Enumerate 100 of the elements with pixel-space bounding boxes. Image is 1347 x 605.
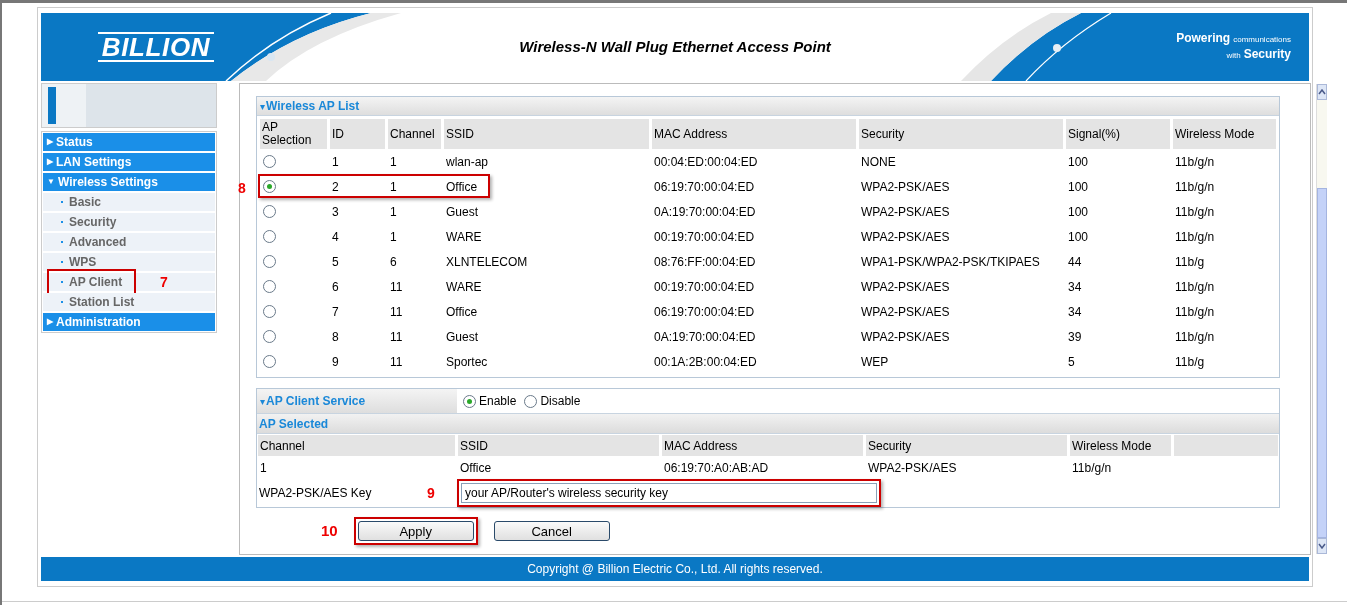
scroll-down-icon[interactable] xyxy=(1317,538,1327,554)
column-header: Security xyxy=(859,119,1063,149)
caret-icon: ▶ xyxy=(47,316,53,328)
table-cell-text: 08:76:FF:00:04:ED xyxy=(653,253,757,271)
table-cell-text: 8 xyxy=(331,328,340,346)
radio-button[interactable] xyxy=(263,355,276,368)
column-header: SSID xyxy=(458,435,659,456)
scrollbar[interactable] xyxy=(1316,84,1327,554)
table-cell-text: 4 xyxy=(331,228,340,246)
menu-item[interactable]: ▶ Administration xyxy=(43,313,215,331)
section-title: AP Selected xyxy=(257,414,1279,434)
table-cell-text: 11b/g/n xyxy=(1174,153,1216,171)
table-cell-text: NONE xyxy=(860,153,897,171)
table-cell-text: Guest xyxy=(445,203,479,221)
table-cell-text: WARE xyxy=(445,278,483,296)
table-cell-text: 00:19:70:00:04:ED xyxy=(653,278,756,296)
caret-icon: ▶ xyxy=(47,136,53,148)
action-button[interactable]: Cancel xyxy=(493,521,610,541)
tagline-text: with xyxy=(1226,50,1241,62)
table-cell-text: WPA2-PSK/AES xyxy=(867,460,958,477)
table-cell-text: 11b/g/n xyxy=(1174,178,1216,196)
caret-icon: ▼ xyxy=(47,176,55,188)
table-cell-text: 100 xyxy=(1067,178,1090,196)
radio-button[interactable] xyxy=(463,394,476,408)
column-header: AP Selection xyxy=(260,119,327,149)
radio-button[interactable] xyxy=(263,230,276,243)
column-header: ID xyxy=(330,119,385,149)
column-header: Wireless Mode xyxy=(1173,119,1276,149)
table-cell-text: 44 xyxy=(1067,253,1083,271)
table-cell-text: WARE xyxy=(445,228,483,246)
table-cell-text: 11 xyxy=(389,278,404,296)
scrollbar-thumb[interactable] xyxy=(1317,188,1327,538)
tagline-text: Powering xyxy=(1176,31,1231,45)
callout-number: 10 xyxy=(321,520,338,541)
table-cell-text: 100 xyxy=(1067,203,1090,221)
column-header: Channel xyxy=(258,435,455,456)
security-key-field[interactable]: your AP/Router's wireless security key xyxy=(461,482,877,503)
scroll-up-icon[interactable] xyxy=(1317,84,1327,100)
table-cell-text: 5 xyxy=(1067,353,1076,371)
menu-item[interactable]: ▼ Wireless Settings xyxy=(43,173,215,191)
table-cell-text: WPA2-PSK/AES xyxy=(860,178,951,196)
table-cell-text: 06:19:70:00:04:ED xyxy=(653,178,756,196)
table-cell-text: 1 xyxy=(259,460,268,477)
table-cell-text: 7 xyxy=(331,303,340,321)
radio-button[interactable] xyxy=(263,305,276,318)
table-cell-text: 1 xyxy=(331,153,340,171)
table-cell-text: 100 xyxy=(1067,228,1090,246)
table-cell-text: 11 xyxy=(389,303,404,321)
table-cell-text: 6 xyxy=(331,278,340,296)
table-cell-text: WPA2-PSK/AES xyxy=(860,328,951,346)
submenu-item[interactable]: AP Client xyxy=(49,271,134,293)
table-cell-text: Guest xyxy=(445,328,479,346)
table-cell-text: 5 xyxy=(331,253,340,271)
radio-button[interactable] xyxy=(263,280,276,293)
callout-number: 7 xyxy=(160,272,168,292)
table-cell-text: 11b/g/n xyxy=(1071,460,1113,477)
menu-item[interactable]: ▶ Status xyxy=(43,133,215,151)
table-cell-text: Office xyxy=(459,460,493,477)
table-cell-text: 34 xyxy=(1067,278,1083,296)
column-header: Signal(%) xyxy=(1066,119,1170,149)
table-cell-text: 39 xyxy=(1067,328,1083,346)
table-cell-text: 11b/g xyxy=(1174,253,1206,271)
table-cell-text: WEP xyxy=(860,353,890,371)
menu-item[interactable]: ▶ LAN Settings xyxy=(43,153,215,171)
table-cell-text: WPA2-PSK/AES xyxy=(860,278,951,296)
radio-button[interactable] xyxy=(263,255,276,268)
table-cell-text: 34 xyxy=(1067,303,1083,321)
table-cell-text: 06:19:70:A0:AB:AD xyxy=(663,460,770,477)
caret-icon: ▾ xyxy=(260,98,265,114)
table-cell-text: 6 xyxy=(389,253,398,271)
column-header: Wireless Mode xyxy=(1070,435,1171,456)
callout-number: 9 xyxy=(427,484,435,501)
radio-button[interactable] xyxy=(524,394,538,408)
table-cell-text: 11 xyxy=(389,353,404,371)
table-cell-text: Office xyxy=(445,178,479,196)
action-button[interactable]: Apply xyxy=(357,521,474,541)
column-header: SSID xyxy=(444,119,649,149)
callout-number: 8 xyxy=(238,179,246,198)
table-cell-text: 11b/g/n xyxy=(1174,303,1216,321)
table-cell-text: 11b/g/n xyxy=(1174,278,1216,296)
radio-button[interactable] xyxy=(263,180,276,193)
table-cell-text: 100 xyxy=(1067,153,1090,171)
tagline-text: communications xyxy=(1233,34,1291,46)
table-cell-text: Office xyxy=(445,303,479,321)
radio-button[interactable] xyxy=(263,330,276,343)
column-header: MAC Address xyxy=(652,119,856,149)
table-cell-text: 1 xyxy=(389,153,398,171)
column-header: Channel xyxy=(388,119,441,149)
table-cell-text: 00:19:70:00:04:ED xyxy=(653,228,756,246)
section-title: AP Client Service xyxy=(266,393,366,410)
page-title: Wireless-N Wall Plug Ethernet Access Point xyxy=(519,37,831,55)
radio-button[interactable] xyxy=(263,155,276,168)
option-label: Disable xyxy=(540,393,581,410)
table-cell-text: 1 xyxy=(389,178,398,196)
table-cell-text: 9 xyxy=(331,353,340,371)
table-cell-text: 0A:19:70:00:04:ED xyxy=(653,203,757,221)
table-cell-text: 1 xyxy=(389,203,398,221)
radio-button[interactable] xyxy=(263,205,276,218)
billion-logo: BILLION xyxy=(97,32,215,62)
table-cell-text: XLNTELECOM xyxy=(445,253,529,271)
